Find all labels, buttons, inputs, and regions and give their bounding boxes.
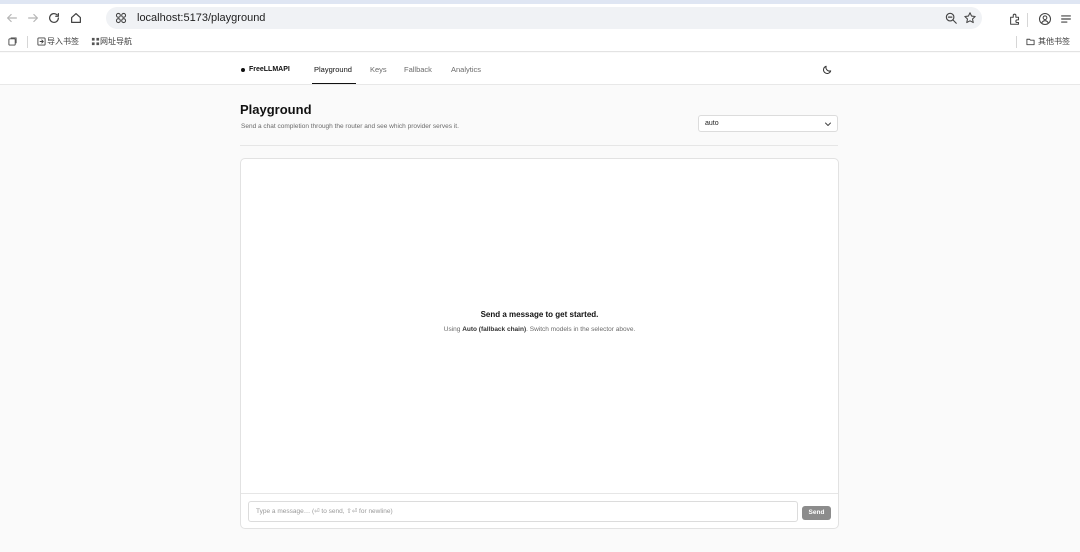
bookmarks-divider [27, 36, 28, 48]
grid-icon [91, 37, 100, 46]
empty-desc-suffix: . Switch models in the selector above. [526, 326, 636, 333]
empty-state-description: Using Auto (fallback chain). Switch mode… [439, 325, 640, 335]
profile-icon[interactable] [1038, 12, 1052, 26]
empty-desc-prefix: Using [443, 326, 463, 333]
address-url[interactable]: localhost:5173/playground [137, 11, 265, 25]
model-select[interactable]: auto [698, 115, 838, 132]
zoom-icon[interactable] [944, 11, 958, 25]
nav-active-indicator [312, 83, 356, 84]
chevron-down-icon [825, 122, 831, 126]
site-info-icon[interactable] [114, 11, 128, 25]
menu-icon[interactable] [1059, 12, 1073, 26]
brand-dot [241, 68, 245, 72]
star-icon[interactable] [963, 11, 977, 25]
bookmarks-bar: 导入书签 网址导航 其他书签 [0, 32, 1080, 52]
app-navbar: FreeLLMAPI Playground Keys Fallback Anal… [0, 53, 1080, 85]
nav-analytics[interactable]: Analytics [451, 64, 481, 75]
home-icon[interactable] [66, 8, 86, 28]
page-subtitle: Send a chat completion through the route… [241, 123, 459, 130]
bookmark-import[interactable]: 导入书签 [47, 37, 79, 47]
empty-state-title: Send a message to get started. [480, 310, 599, 319]
nav-playground[interactable]: Playground [314, 64, 352, 75]
composer-divider [241, 493, 838, 494]
extensions-icon[interactable] [1008, 12, 1022, 26]
bookmark-nav[interactable]: 网址导航 [100, 37, 132, 47]
other-bookmarks[interactable]: 其他书签 [1038, 37, 1070, 47]
send-button[interactable]: Send [802, 506, 831, 520]
page-title: Playground [240, 102, 312, 117]
browser-toolbar: localhost:5173/playground [0, 4, 1080, 32]
tab-search-icon[interactable] [8, 37, 17, 46]
moon-icon[interactable] [822, 64, 833, 75]
message-input[interactable]: Type a message… (⏎ to send, ⇧⏎ for newli… [248, 501, 798, 522]
toolbar-divider [1027, 13, 1028, 27]
model-select-value: auto [705, 120, 719, 127]
bookmarks-divider-right [1016, 36, 1017, 48]
chat-panel: Send a message to get started. Using Aut… [240, 158, 839, 529]
import-icon [37, 37, 46, 46]
brand-logo[interactable]: FreeLLMAPI [249, 64, 290, 75]
forward-arrow-icon[interactable] [23, 8, 43, 28]
message-input-placeholder: Type a message… (⏎ to send, ⇧⏎ for newli… [256, 508, 393, 515]
nav-fallback[interactable]: Fallback [404, 64, 432, 75]
address-bar[interactable]: localhost:5173/playground [106, 7, 982, 29]
nav-keys[interactable]: Keys [370, 64, 387, 75]
empty-desc-model: Auto (fallback chain) [462, 326, 527, 333]
back-arrow-icon[interactable] [2, 8, 22, 28]
folder-icon [1026, 38, 1035, 46]
header-divider [240, 145, 838, 146]
reload-icon[interactable] [44, 8, 64, 28]
